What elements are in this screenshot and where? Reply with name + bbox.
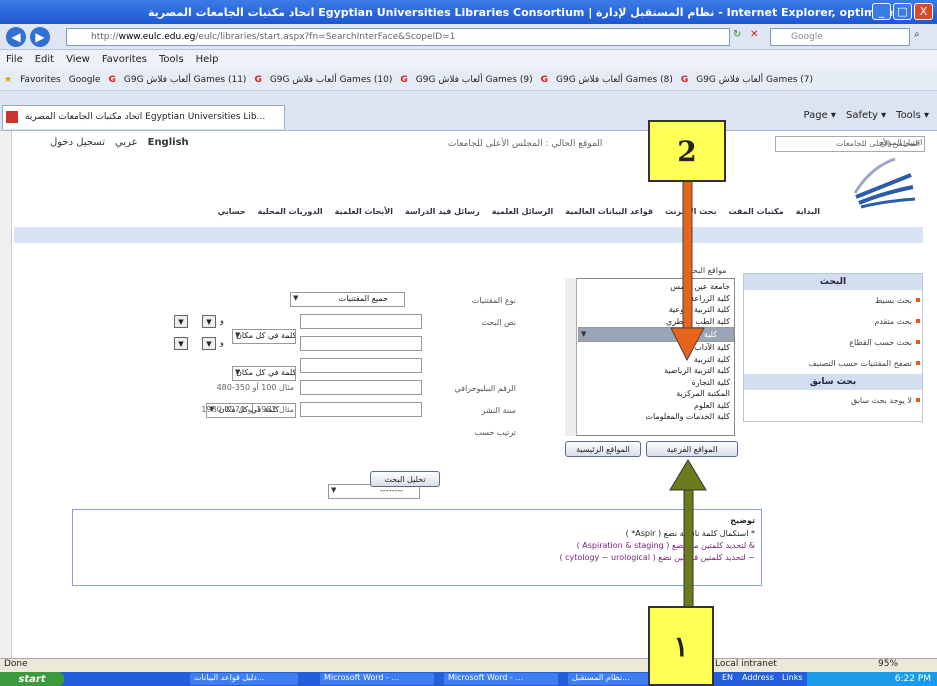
arrow-up-head [669,459,707,491]
callout-one: ١ [648,606,714,686]
annotation-arrows [669,159,707,609]
arrow-down-head [670,327,705,362]
arrow-down-shaft [682,159,693,331]
callout-two: 2 [648,120,726,182]
arrow-up-shaft [683,487,694,609]
